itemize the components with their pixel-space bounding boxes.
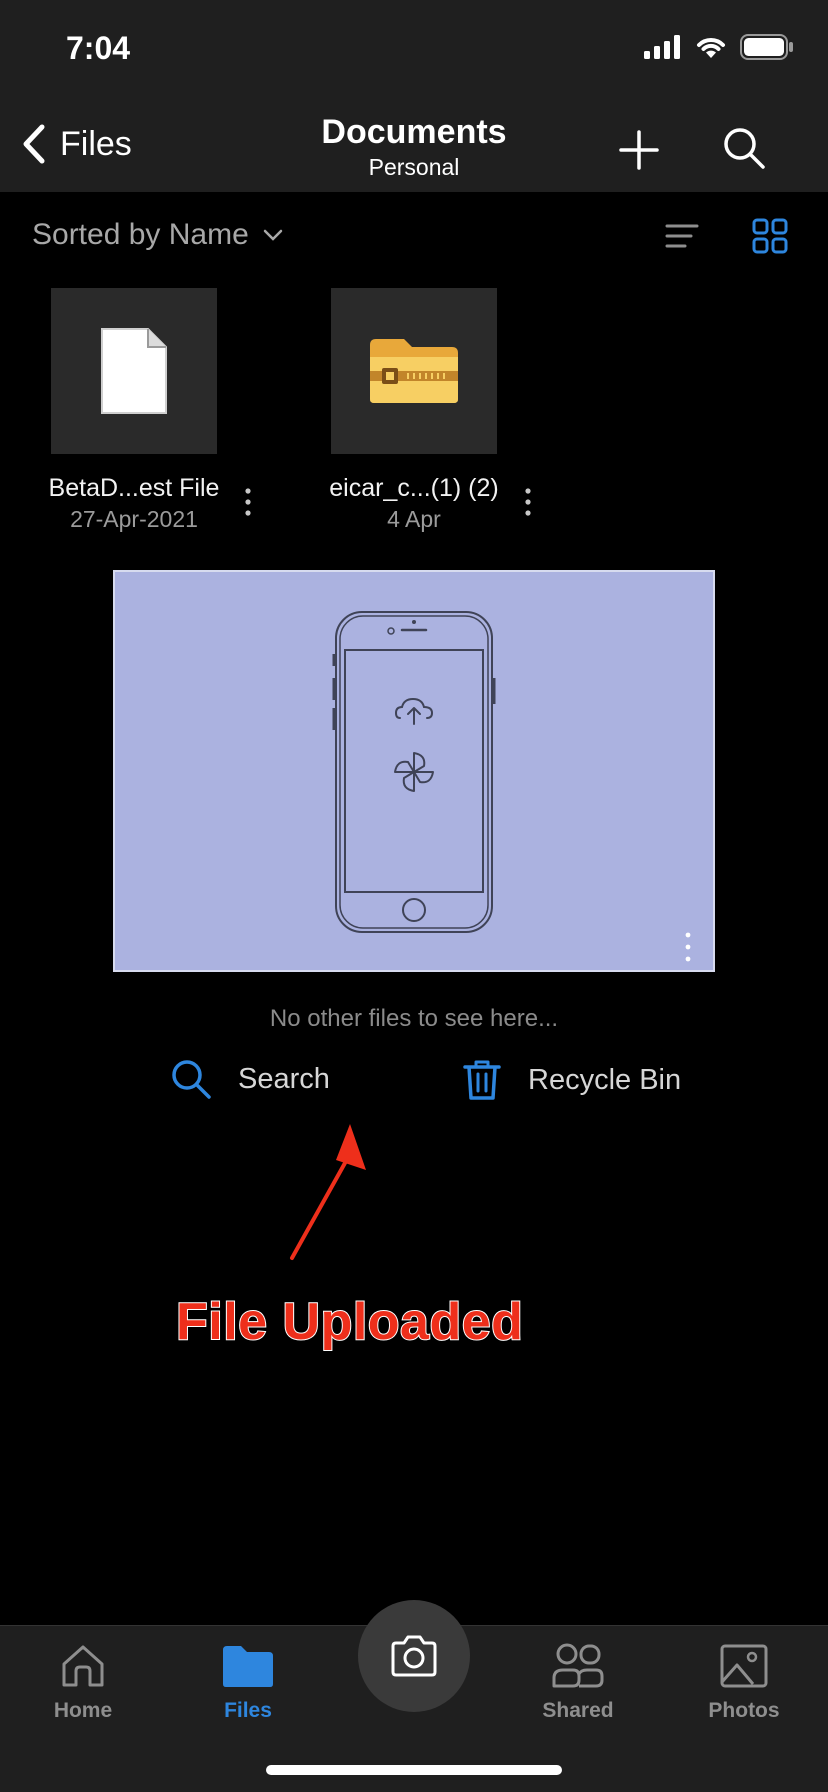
add-button[interactable] bbox=[617, 128, 661, 172]
promo-more-button[interactable] bbox=[681, 930, 695, 964]
annotation-arrow bbox=[290, 1124, 366, 1260]
recycle-bin-label: Recycle Bin bbox=[528, 1063, 682, 1096]
people-icon bbox=[552, 1643, 604, 1688]
file-more-button[interactable] bbox=[518, 486, 538, 518]
search-action-label: Search bbox=[238, 1062, 330, 1095]
status-icons bbox=[644, 34, 794, 60]
search-button[interactable] bbox=[722, 126, 766, 170]
tab-label: Photos bbox=[708, 1699, 780, 1722]
status-time: 7:04 bbox=[66, 30, 131, 66]
phone-illustration bbox=[332, 611, 496, 933]
photo-icon bbox=[720, 1644, 768, 1688]
recycle-bin-action[interactable]: Recycle Bin bbox=[462, 1058, 681, 1102]
home-indicator bbox=[266, 1765, 562, 1775]
camera-upload-promo-card[interactable] bbox=[113, 570, 715, 972]
file-name: BetaD...est File bbox=[48, 474, 220, 502]
tab-files[interactable]: Files bbox=[183, 1642, 313, 1723]
chevron-down-icon bbox=[263, 229, 283, 241]
tab-home[interactable]: Home bbox=[18, 1642, 148, 1723]
sort-label: Sorted by Name bbox=[32, 218, 249, 251]
file-more-button[interactable] bbox=[238, 486, 258, 518]
header-title-block: Documents Personal bbox=[0, 112, 828, 182]
tab-photos[interactable]: Photos bbox=[679, 1642, 809, 1723]
search-icon bbox=[172, 1060, 211, 1099]
trash-icon bbox=[463, 1060, 501, 1100]
search-action[interactable]: Search bbox=[170, 1058, 330, 1100]
folder-icon bbox=[223, 1646, 273, 1687]
zip-folder-icon bbox=[370, 339, 458, 403]
page-title: Documents bbox=[321, 113, 507, 151]
top-bar: 7:04 Files Documents Personal bbox=[0, 0, 828, 192]
annotation-label: File Uploaded bbox=[175, 1292, 524, 1352]
camera-icon bbox=[391, 1635, 437, 1677]
file-thumbnail bbox=[331, 288, 497, 454]
page-subtitle: Personal bbox=[368, 154, 460, 180]
grid-view-button[interactable] bbox=[752, 218, 788, 254]
battery-icon bbox=[740, 34, 793, 60]
file-tile[interactable]: eicar_c...(1) (2) 4 Apr bbox=[294, 288, 534, 533]
file-tile[interactable]: BetaD...est File 27-Apr-2021 bbox=[14, 288, 254, 533]
cellular-signal-icon bbox=[644, 35, 680, 59]
file-thumbnail bbox=[51, 288, 217, 454]
sort-dropdown[interactable]: Sorted by Name bbox=[32, 218, 283, 252]
camera-button[interactable] bbox=[358, 1600, 470, 1712]
tab-label: Shared bbox=[542, 1699, 614, 1722]
tab-label: Home bbox=[53, 1699, 113, 1722]
document-icon bbox=[101, 328, 167, 414]
tab-shared[interactable]: Shared bbox=[513, 1642, 643, 1723]
file-date: 27-Apr-2021 bbox=[70, 506, 198, 532]
empty-message: No other files to see here... bbox=[269, 1005, 559, 1032]
wifi-icon bbox=[697, 38, 725, 58]
list-view-button[interactable] bbox=[664, 218, 700, 254]
home-icon bbox=[62, 1645, 104, 1687]
file-date: 4 Apr bbox=[387, 506, 441, 532]
tab-label: Files bbox=[224, 1699, 272, 1722]
file-name: eicar_c...(1) (2) bbox=[329, 474, 499, 502]
